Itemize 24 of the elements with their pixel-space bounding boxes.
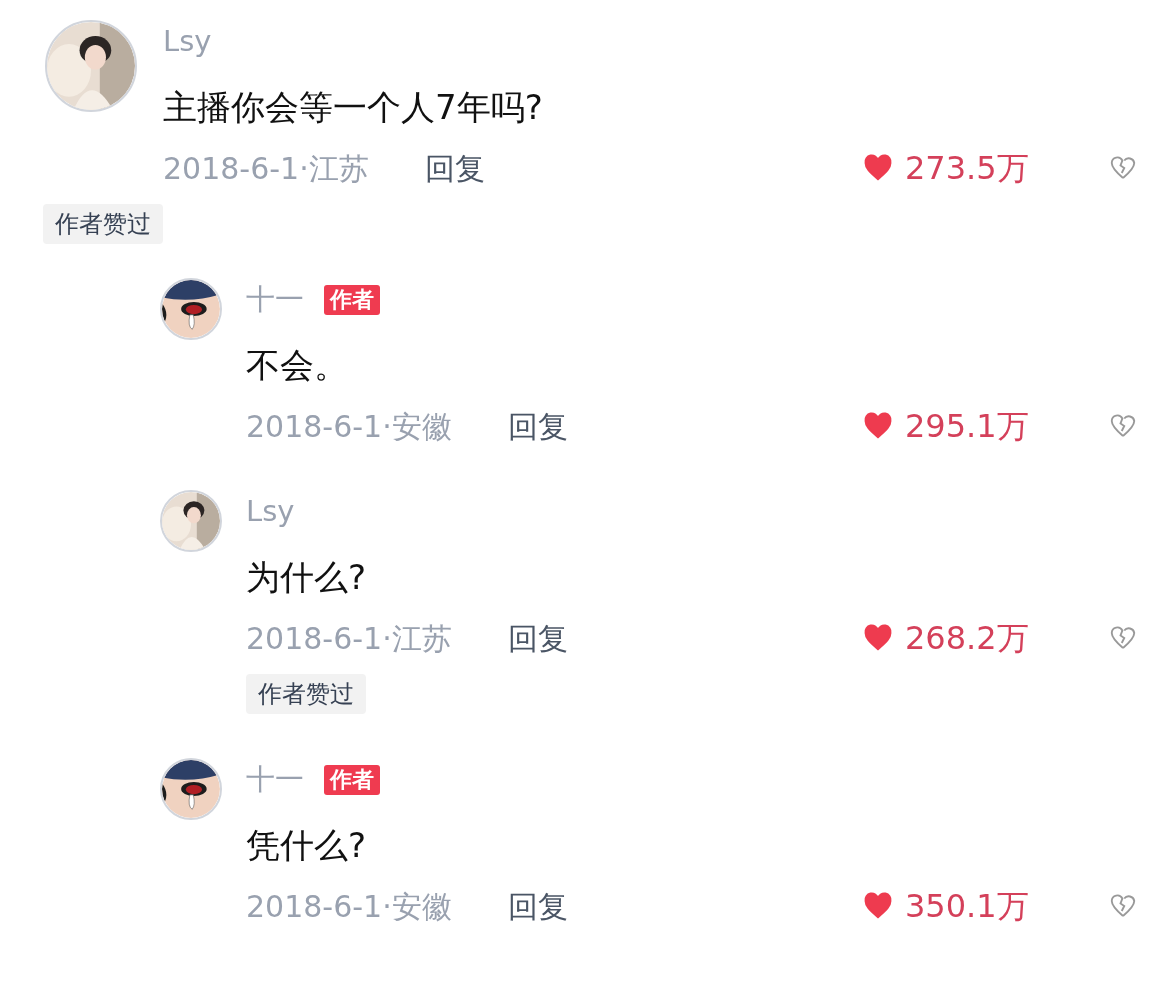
heart-icon[interactable] (863, 411, 893, 441)
comment-text: 凭什么? (246, 824, 368, 867)
heart-icon[interactable] (863, 623, 893, 653)
like-count: 268.2万 (905, 618, 1029, 659)
like-count: 295.1万 (905, 406, 1029, 447)
author-liked-tag: 作者赞过 (43, 204, 163, 244)
reply-link[interactable]: 回复 (508, 403, 568, 449)
like-count: 273.5万 (905, 148, 1029, 189)
author-liked-tag: 作者赞过 (246, 674, 366, 714)
comment-text: 不会。 (246, 344, 349, 387)
author-tag: 作者 (324, 285, 380, 315)
date-location: 2018-6-1·安徽 (246, 887, 453, 926)
reply-link[interactable]: 回复 (508, 615, 568, 661)
author-tag: 作者 (324, 765, 380, 795)
date-location: 2018-6-1·安徽 (246, 407, 453, 446)
reply-link[interactable]: 回复 (508, 883, 568, 929)
comment-text: 主播你会等一个人7年吗? (163, 86, 544, 129)
like-count: 350.1万 (905, 886, 1029, 927)
heart-icon[interactable] (863, 153, 893, 183)
reply-link[interactable]: 回复 (425, 145, 485, 191)
date-location: 2018-6-1·江苏 (246, 619, 453, 658)
heart-icon[interactable] (863, 891, 893, 921)
comment-text: 为什么? (246, 556, 368, 599)
date-location: 2018-6-1·江苏 (163, 149, 370, 188)
